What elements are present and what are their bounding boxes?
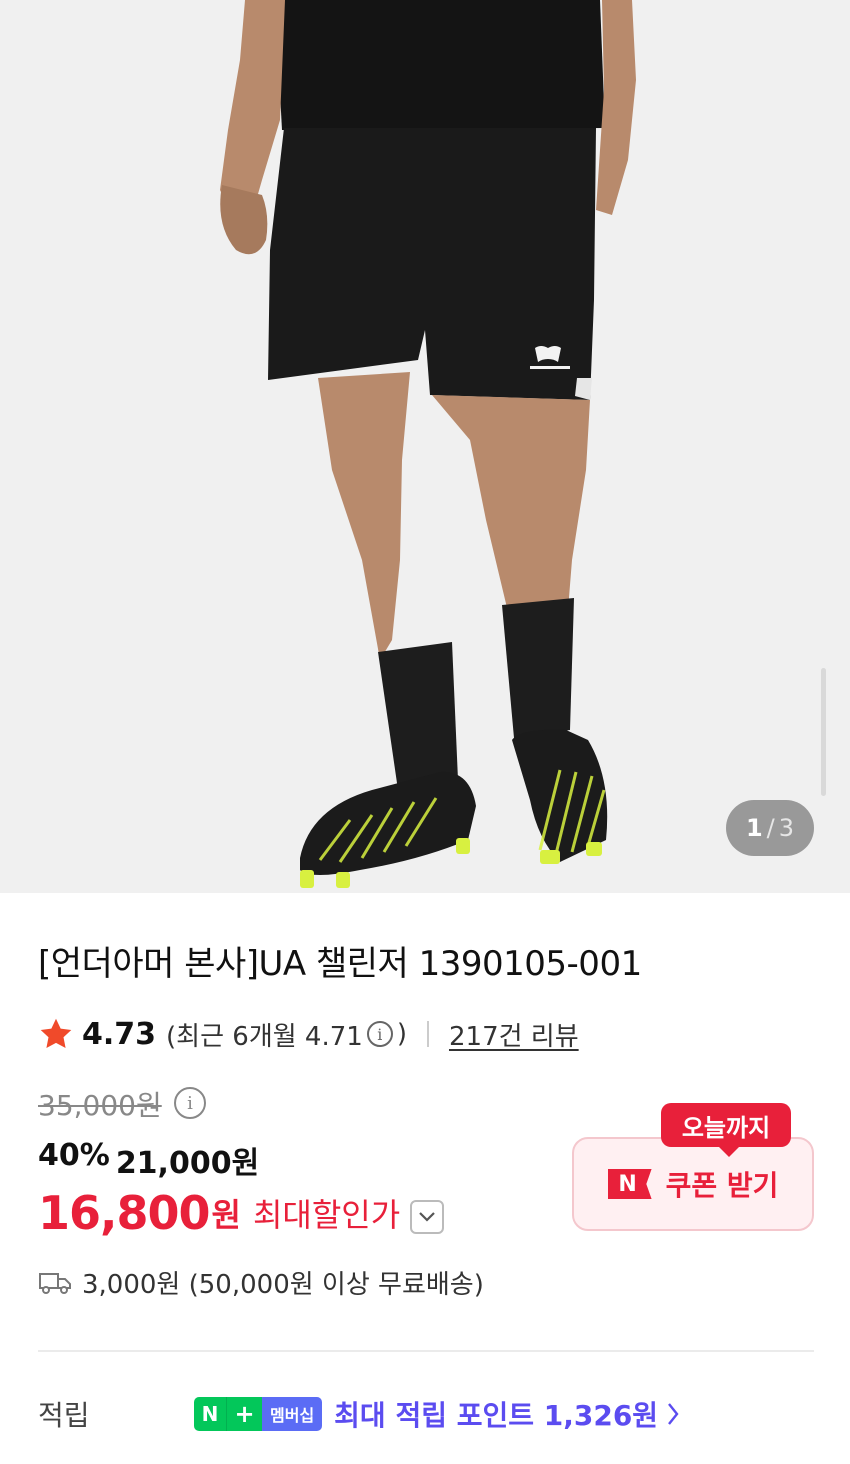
- rating-score: 4.73: [82, 1016, 157, 1052]
- recent-rating-close: ): [396, 1019, 407, 1049]
- naver-logo-icon: N: [607, 1169, 652, 1199]
- today-only-badge: 오늘까지: [661, 1103, 791, 1157]
- image-counter-separator: /: [766, 814, 775, 842]
- points-row[interactable]: 적립 N + 멤버십 최대 적립 포인트 1,326원: [38, 1392, 814, 1436]
- final-price: 16,800: [38, 1186, 211, 1240]
- image-counter-total: 3: [778, 814, 795, 842]
- product-title: [언더아머 본사]UA 챌린저 1390105-001: [38, 944, 642, 984]
- plus-icon: +: [226, 1397, 262, 1431]
- final-price-row: 16,800 원 최대할인가: [38, 1186, 445, 1240]
- image-counter-current: 1: [745, 814, 763, 842]
- recent-rating: (최근 6개월 4.71 i ): [166, 1016, 407, 1053]
- divider: [426, 1021, 429, 1047]
- sale-price: 21,000원: [115, 1146, 260, 1181]
- points-label: 적립: [38, 1399, 90, 1432]
- product-image-carousel[interactable]: 1 / 3: [0, 0, 850, 893]
- max-discount-dropdown[interactable]: [410, 1200, 445, 1234]
- delivery-row: 3,000원 (50,000원 이상 무료배송): [38, 1264, 484, 1301]
- section-divider: [38, 1350, 814, 1352]
- delivery-fee-text: 3,000원 (50,000원 이상 무료배송): [82, 1270, 484, 1300]
- star-icon: [40, 1018, 72, 1048]
- chevron-right-icon: [668, 1403, 679, 1425]
- image-counter: 1 / 3: [726, 800, 814, 856]
- rating-row: 4.73 (최근 6개월 4.71 i ) 217건 리뷰: [38, 1012, 579, 1056]
- price-info-icon[interactable]: i: [174, 1087, 206, 1119]
- recent-rating-text: (최근 6개월 4.71: [166, 1021, 363, 1052]
- scrollbar[interactable]: [821, 668, 826, 796]
- final-price-unit: 원: [211, 1196, 241, 1234]
- chevron-down-icon: [419, 1212, 435, 1222]
- max-discount-label: 최대할인가: [252, 1196, 401, 1234]
- membership-label: 멤버십: [262, 1397, 323, 1431]
- naver-n-icon: N: [194, 1397, 226, 1431]
- discount-percent: 40%: [38, 1138, 110, 1173]
- max-points-text: 최대 적립 포인트 1,326원: [334, 1399, 659, 1432]
- naver-plus-membership-badge: N + 멤버십: [194, 1397, 323, 1431]
- truck-icon: [39, 1272, 71, 1294]
- info-icon[interactable]: i: [366, 1021, 393, 1047]
- original-price: 35,000원: [38, 1089, 162, 1122]
- sale-price-row: 40% 21,000원: [38, 1138, 259, 1182]
- coupon-button[interactable]: N 쿠폰 받기: [572, 1137, 814, 1231]
- reviews-link[interactable]: 217건 리뷰: [449, 1016, 579, 1053]
- coupon-label: 쿠폰 받기: [665, 1169, 779, 1202]
- product-photo: [0, 0, 850, 893]
